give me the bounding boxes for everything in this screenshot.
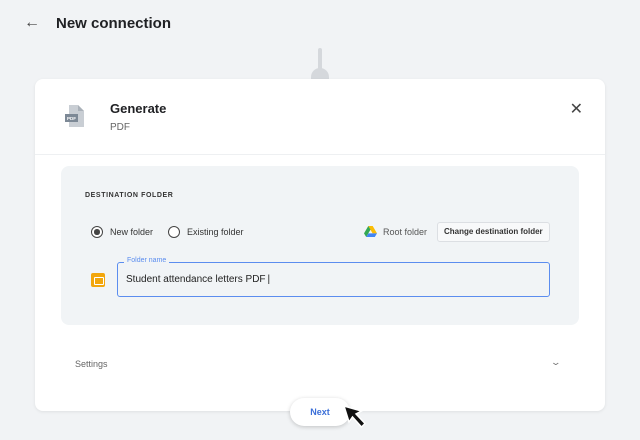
radio-existing-folder[interactable]: Existing folder	[168, 226, 244, 238]
card-subtitle: PDF	[110, 122, 130, 133]
radio-circle[interactable]	[91, 226, 103, 238]
folder-name-label: Folder name	[124, 257, 170, 264]
root-folder-label: Root folder	[383, 226, 428, 237]
pdf-file-icon: PDF	[65, 105, 84, 127]
destination-label: DESTINATION FOLDER	[85, 192, 174, 199]
radio-label: New folder	[110, 227, 154, 237]
change-destination-button[interactable]: Change destination folder	[437, 222, 550, 242]
close-icon[interactable]: ✕	[570, 99, 583, 119]
chevron-down-icon[interactable]: ⌄	[550, 357, 561, 368]
radio-new-folder[interactable]: New folder	[91, 226, 153, 238]
card-header: PDF Generate PDF ✕	[35, 79, 605, 155]
card-title: Generate	[110, 101, 167, 116]
radio-circle[interactable]	[168, 226, 180, 238]
header: ← New connection	[24, 14, 171, 32]
folder-name-value[interactable]: Student attendance letters PDF	[126, 274, 270, 285]
root-folder: Root folder	[364, 226, 427, 237]
mouse-pointer-icon	[342, 404, 367, 429]
destination-panel: DESTINATION FOLDER New folder Existing f…	[61, 166, 579, 325]
folder-icon	[91, 273, 105, 287]
next-button[interactable]: Next	[290, 398, 350, 426]
page-title: New connection	[56, 14, 172, 32]
radio-label: Existing folder	[187, 227, 244, 237]
svg-text:PDF: PDF	[67, 116, 76, 121]
google-drive-icon	[364, 226, 377, 237]
settings-toggle[interactable]: Settings	[75, 359, 108, 369]
step-card: PDF Generate PDF ✕ DESTINATION FOLDER Ne…	[35, 79, 605, 411]
folder-name-input[interactable]: Folder name Student attendance letters P…	[117, 257, 550, 297]
arrow-left-icon[interactable]: ←	[24, 14, 40, 32]
